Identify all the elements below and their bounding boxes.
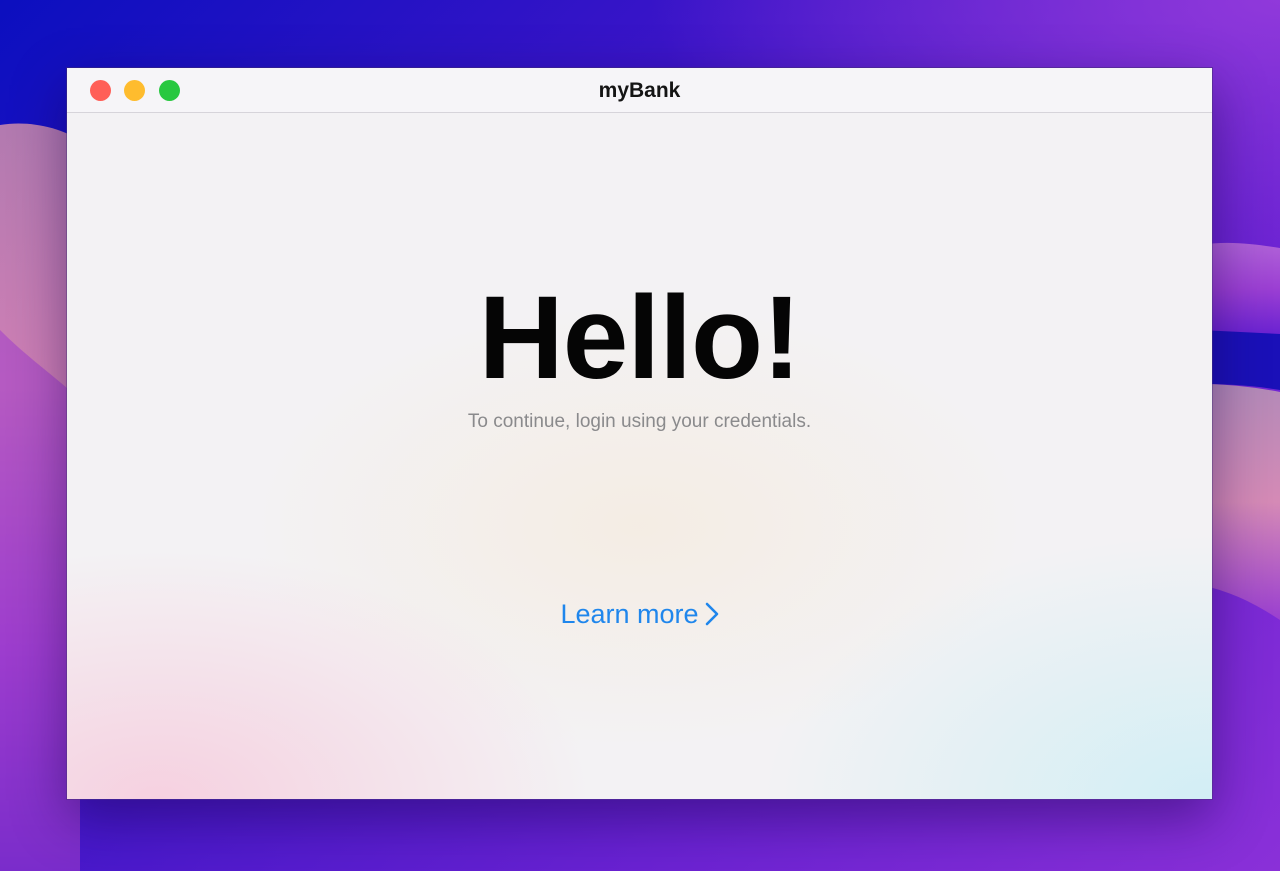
app-window: myBank Hello! To continue, login using y… [66, 67, 1213, 800]
welcome-content: Hello! To continue, login using your cre… [67, 113, 1212, 799]
learn-more-link[interactable]: Learn more [67, 599, 1212, 633]
greeting-heading: Hello! [478, 272, 802, 404]
window-title: myBank [598, 79, 681, 102]
learn-more-label: Learn more [560, 599, 699, 629]
window-titlebar: myBank [67, 68, 1212, 113]
login-instruction-text: To continue, login using your credential… [467, 411, 812, 432]
chevron-right-icon [705, 602, 719, 633]
